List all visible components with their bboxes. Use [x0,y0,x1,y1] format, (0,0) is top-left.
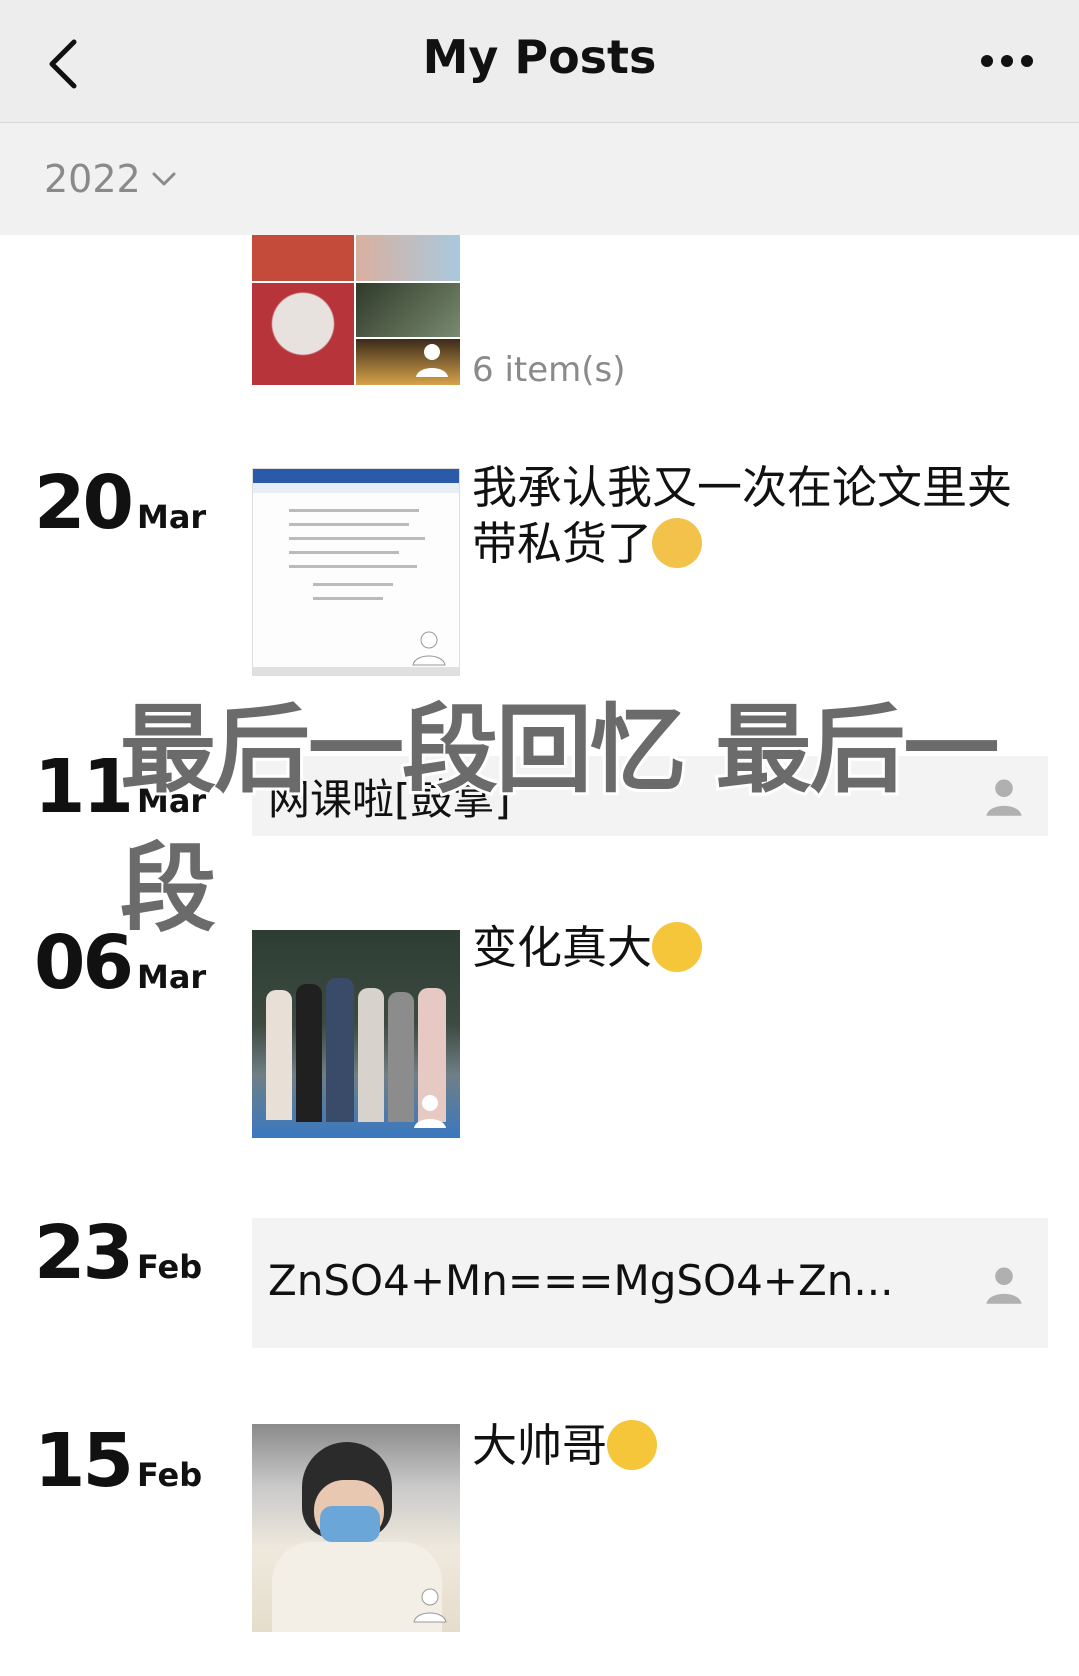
year-label: 2022 [44,157,141,201]
date-month: Feb [136,1456,203,1494]
grid-photo [252,235,354,281]
date-month: Mar [136,958,207,996]
date-day: 06 [34,920,134,1006]
private-visibility-icon [413,1588,447,1623]
post-caption: 大帅哥 [472,1418,1032,1474]
post-caption: 我承认我又一次在论文里夹带私货了 [472,460,1032,572]
grid-photo [356,235,460,281]
post-text: ZnSO4+Mn===MgSO4+Zn... [268,1256,894,1305]
post-date: 20 Mar [34,460,206,546]
page-title: My Posts [422,30,657,84]
cool-cat-emoji [652,518,703,568]
date-month: Mar [136,498,207,536]
ellipsis-icon[interactable] [979,52,1035,70]
year-filter-bar: 2022 [0,123,1079,235]
date-day: 11 [34,744,134,830]
date-day: 20 [34,460,134,546]
photo-grid [252,235,460,385]
heart-eyes-emoji [607,1420,658,1470]
post-thumbnail[interactable] [252,1424,460,1632]
nav-bar: My Posts [0,0,1079,123]
grid-photo [356,283,460,337]
date-day: 15 [34,1418,134,1504]
post-date: 15 Feb [34,1418,202,1504]
text-post-card[interactable]: ZnSO4+Mn===MgSO4+Zn... [252,1218,1048,1348]
caption-text: 我承认我又一次在论文里夹带私货了 [472,461,1013,570]
grid-photo [252,283,354,385]
year-selector[interactable]: 2022 [44,157,177,201]
item-count: 6 item(s) [472,350,626,390]
private-visibility-icon [416,344,448,377]
private-visibility-icon [414,1095,446,1128]
chevron-down-icon [152,172,176,186]
date-day: 23 [34,1210,134,1296]
overlay-caption: 最后一段回忆 最后一段 [117,691,1002,948]
post-thumbnail[interactable] [252,468,460,676]
date-month: Feb [136,1248,203,1286]
private-visibility-icon [986,1267,1022,1304]
post-date: 23 Feb [34,1210,202,1296]
private-visibility-icon [412,631,446,666]
caption-text: 大帅哥 [472,1419,608,1472]
post-thumbnail[interactable] [252,930,460,1138]
